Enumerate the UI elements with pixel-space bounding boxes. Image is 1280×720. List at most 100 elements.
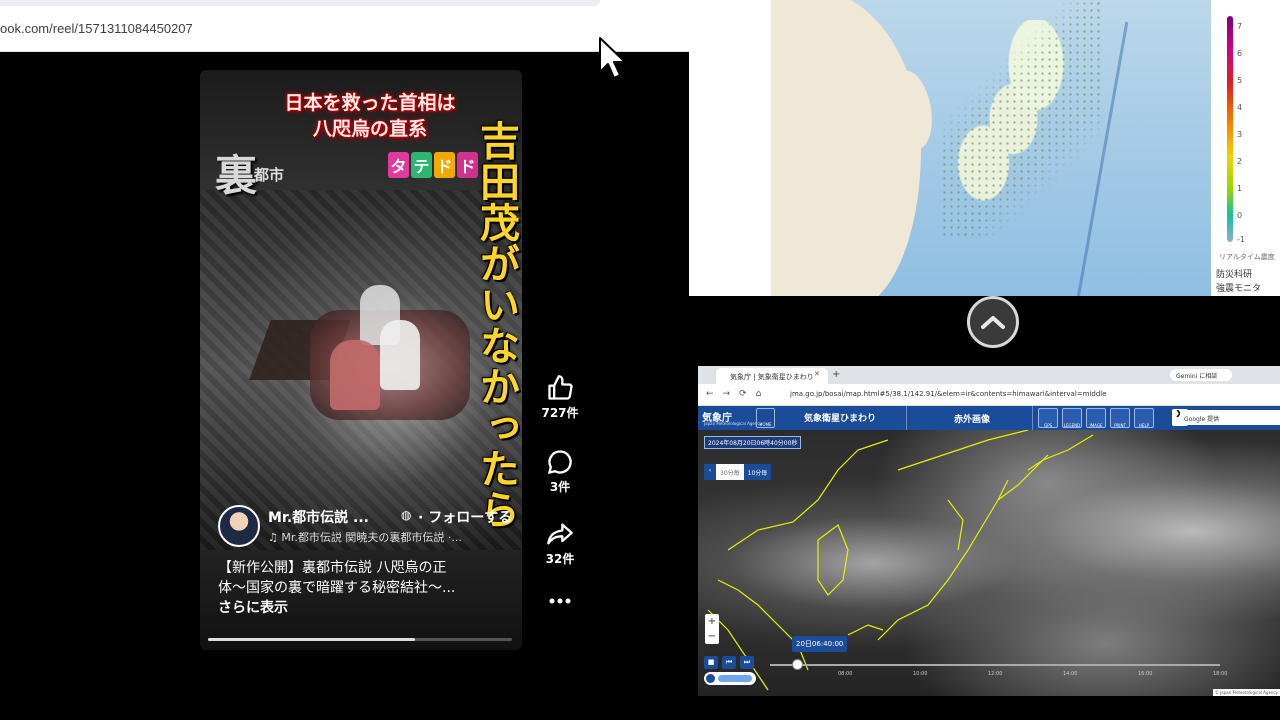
scale-tick: 5 <box>1237 76 1243 85</box>
comment-button[interactable]: 3件 <box>530 448 590 495</box>
scale-tick: 4 <box>1237 103 1243 112</box>
see-more-link[interactable]: さらに表示 <box>218 598 508 618</box>
interval-option-30min[interactable]: 30分毎 <box>716 464 744 480</box>
hour-label: 08:00 <box>838 671 853 677</box>
jma-tab-strip: 気象庁 | 気象衛星ひまわり ✕ + Gemini に相談 <box>698 366 1280 384</box>
follow-button[interactable]: · フォローする <box>418 507 512 527</box>
more-dots-icon <box>549 598 571 604</box>
stop-icon[interactable]: ■ <box>704 656 718 669</box>
zoom-control[interactable]: + − <box>705 614 719 644</box>
current-time-badge: 20日06:40:00 <box>792 636 848 652</box>
address-bar[interactable]: ook.com/reel/1571311084450207 <box>0 8 689 52</box>
screen: ook.com/reel/1571311084450207 日本を救った首相は … <box>0 0 1280 720</box>
comment-count: 3件 <box>549 480 571 494</box>
description-line: 【新作公開】裏都市伝説 八咫烏の正 <box>218 560 447 576</box>
image-button[interactable]: IMAGE <box>1086 408 1106 428</box>
seismic-map[interactable] <box>771 0 1211 296</box>
step-back-icon[interactable]: ⏮ <box>722 656 736 669</box>
comment-icon <box>547 450 572 475</box>
like-button[interactable]: 727件 <box>530 374 590 421</box>
scale-tick: -1 <box>1237 235 1245 244</box>
coastline-overlay <box>707 430 1094 691</box>
gps-button[interactable]: GPS <box>1038 408 1058 428</box>
url-text[interactable]: ook.com/reel/1571311084450207 <box>0 21 193 36</box>
avatar[interactable] <box>218 505 260 547</box>
share-count: 32件 <box>545 552 575 566</box>
speed-icon <box>706 674 715 683</box>
tatedo-char: テ <box>411 152 432 178</box>
playback-controls: ■ ⏮ ⏭ <box>704 656 754 669</box>
hour-label: 14:00 <box>1063 671 1078 677</box>
image-timestamp: 2024年08月20日06時40分00秒 <box>704 436 802 449</box>
author-name[interactable]: Mr.都市伝説 ... <box>268 507 369 527</box>
vertical-title: 吉田茂がいなかったら <box>473 120 520 530</box>
chevron-left-icon[interactable]: ‹ <box>704 464 716 480</box>
step-forward-icon[interactable]: ⏭ <box>740 656 754 669</box>
tatedo-logo: タ テ ド ド <box>388 152 478 178</box>
interval-option-10min[interactable]: 10分毎 <box>743 464 772 480</box>
time-slider-track[interactable] <box>770 664 1220 666</box>
speed-fill <box>718 675 752 682</box>
scroll-up-button[interactable] <box>967 296 1019 348</box>
more-options-button[interactable] <box>530 596 590 606</box>
divider <box>1032 406 1033 430</box>
map-land-asia <box>771 0 921 296</box>
himawari-menu[interactable]: 気象衛星ひまわり <box>804 411 876 424</box>
legend-button[interactable]: LEGEND <box>1062 408 1082 428</box>
tatedo-char: ド <box>434 152 455 178</box>
hour-label: 10:00 <box>913 671 928 677</box>
home-button[interactable]: HOME <box>756 408 775 428</box>
help-button[interactable]: HELP <box>1134 408 1154 428</box>
scale-tick: 2 <box>1237 157 1243 166</box>
close-icon[interactable]: ✕ <box>814 370 820 378</box>
scale-caption: リアルタイム震度 <box>1219 253 1275 261</box>
zoom-out-icon[interactable]: − <box>705 629 719 644</box>
jma-url-text[interactable]: jma.go.jp/bosai/map.html#5/38.1/142.91/&… <box>790 390 1107 398</box>
hour-label: 16:00 <box>1138 671 1153 677</box>
jma-address-bar[interactable]: ←→⟳⌂ jma.go.jp/bosai/map.html#5/38.1/142… <box>698 384 1280 406</box>
brand-logo: 裏 <box>215 151 258 200</box>
hour-label: 18:00 <box>1213 671 1228 677</box>
jma-browser-window: 気象庁 | 気象衛星ひまわり ✕ + Gemini に相談 ←→⟳⌂ jma.g… <box>698 366 1280 696</box>
globe-icon: ◍ <box>401 508 412 522</box>
jma-tab[interactable]: 気象庁 | 気象衛星ひまわり <box>716 368 828 384</box>
reel-video[interactable]: 日本を救った首相は 八咫烏の直系 裏 都市 タ テ ド ド 吉田茂がいなかったら… <box>200 70 522 650</box>
scale-tick: 7 <box>1237 22 1243 31</box>
tatedo-char: タ <box>388 152 409 178</box>
timeline-hour-labels: 08:00 10:00 12:00 14:00 16:00 18:00 <box>838 671 1238 685</box>
gemini-button[interactable]: Gemini に相談 <box>1170 369 1232 381</box>
headline-line: 八咫烏の直系 <box>312 118 427 140</box>
interval-selector[interactable]: ‹ 30分毎 10分毎 <box>704 464 772 480</box>
new-tab-button[interactable]: + <box>832 369 840 380</box>
thumbs-up-icon <box>548 375 573 400</box>
music-label[interactable]: ♫ Mr.都市伝説 関暁夫の裏都市伝説 ·... <box>268 529 462 545</box>
google-search-input[interactable]: Google 提供 <box>1180 410 1280 425</box>
logo-line: 強震モニタ <box>1216 284 1262 294</box>
share-button[interactable]: 32件 <box>530 520 590 567</box>
time-slider-handle[interactable] <box>792 659 803 670</box>
video-progress-bar[interactable] <box>208 638 512 641</box>
intensity-scale: 7 6 5 4 3 2 1 0 -1 リアルタイム震度 <box>1219 10 1279 290</box>
divider <box>906 406 907 430</box>
scene-person <box>330 340 380 410</box>
author-row: Mr.都市伝説 ... ◍ · フォローする ♫ Mr.都市伝説 関暁夫の裏都市… <box>218 505 518 549</box>
hour-label: 12:00 <box>988 671 1003 677</box>
satellite-image[interactable]: 2024年08月20日06時40分00秒 ‹ 30分毎 10分毎 + − 20日… <box>698 430 1280 696</box>
nav-icons[interactable]: ←→⟳⌂ <box>706 389 770 399</box>
zoom-in-icon[interactable]: + <box>705 614 719 629</box>
jma-logo-sub: Japan Meteorological Agency <box>704 421 762 426</box>
intensity-color-bar <box>1227 16 1233 242</box>
print-button[interactable]: PRINT <box>1110 408 1130 428</box>
seismic-monitor-window: 7 6 5 4 3 2 1 0 -1 リアルタイム震度 防災科研 強震モニタ <box>689 0 1280 296</box>
headline-line: 日本を救った首相は <box>284 92 456 114</box>
mouse-cursor-icon <box>599 37 626 79</box>
infrared-image-menu[interactable]: 赤外画像 <box>954 412 990 425</box>
speed-slider[interactable] <box>704 672 756 685</box>
jma-header: 気象庁 Japan Meteorological Agency HOME 気象衛… <box>698 406 1280 430</box>
video-headline: 日本を救った首相は 八咫烏の直系 <box>270 90 470 142</box>
scene-person <box>380 320 420 390</box>
scale-tick: 3 <box>1237 130 1243 139</box>
like-count: 727件 <box>541 406 579 420</box>
brand-sub: 都市 <box>254 166 285 184</box>
map-credit: © Japan Meteorological Agency <box>1212 689 1280 696</box>
